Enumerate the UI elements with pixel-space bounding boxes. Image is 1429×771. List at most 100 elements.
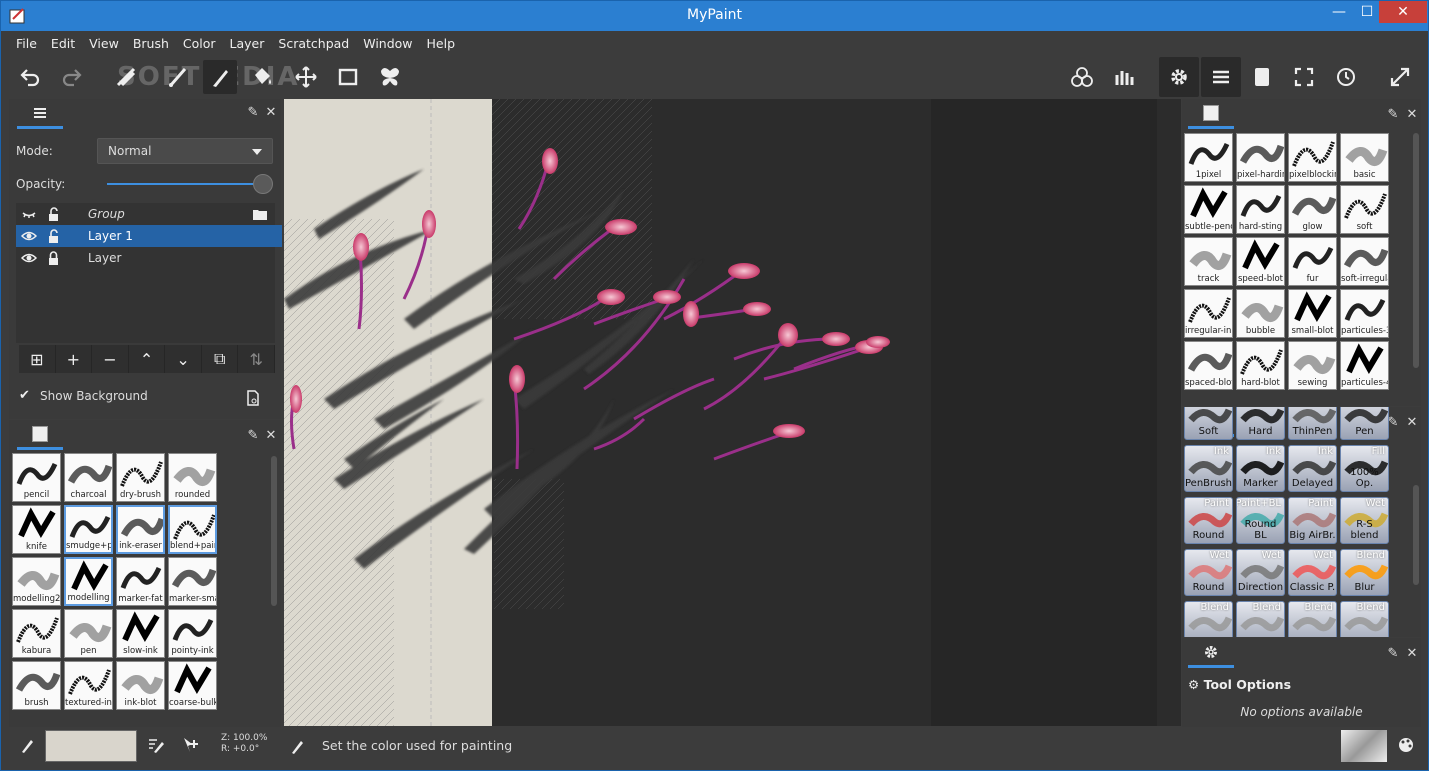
mode-dropdown[interactable]: Normal — [97, 138, 273, 164]
brush-kabura[interactable]: kabura — [12, 609, 61, 658]
layer-row-layer[interactable]: Layer — [16, 247, 282, 269]
edit-icon[interactable] — [147, 736, 165, 754]
close-panel-icon[interactable]: ✕ — [1404, 646, 1420, 662]
current-color-swatch[interactable] — [45, 730, 137, 762]
close-button[interactable]: ✕ — [1379, 1, 1427, 23]
brush-deevad-delayed[interactable]: Ink Delayed — [1288, 445, 1337, 492]
brush-brush[interactable]: brush — [12, 661, 61, 710]
brush-speed-blot[interactable]: speed-blot — [1236, 237, 1285, 286]
brush-smudge-paint[interactable]: smudge+paint — [64, 505, 113, 554]
brushes-icon[interactable] — [1107, 60, 1141, 94]
brush-marker-fat[interactable]: marker-fat — [116, 557, 165, 606]
brush-sewing[interactable]: sewing — [1288, 341, 1337, 390]
brush-bubble[interactable]: bubble — [1236, 289, 1285, 338]
brush-pencil[interactable]: pencil — [12, 453, 61, 502]
painting-canvas[interactable] — [284, 99, 1181, 726]
layer-row-layer-1[interactable]: Layer 1 — [16, 225, 282, 247]
brush-marker-small[interactable]: marker-small — [168, 557, 217, 606]
fill-icon[interactable] — [245, 60, 279, 94]
eraser-icon[interactable] — [109, 60, 143, 94]
menu-help[interactable]: Help — [420, 32, 463, 56]
redo-icon[interactable] — [55, 60, 89, 94]
brush-deevad-100-op-[interactable]: Fill 100% Op. — [1340, 445, 1389, 492]
menu-brush[interactable]: Brush — [126, 32, 176, 56]
brush-deevad-blur[interactable]: Blend Blur — [1340, 549, 1389, 596]
brush-ink-eraser[interactable]: ink-eraser — [116, 505, 165, 554]
brush-deevad-blend[interactable]: Blend — [1340, 601, 1389, 637]
pin-icon[interactable]: ✎ — [1385, 107, 1401, 123]
move-up-icon[interactable]: ⌃ — [129, 345, 166, 373]
scrollbar[interactable] — [1413, 133, 1419, 368]
layers-icon[interactable] — [1201, 57, 1241, 97]
scrollbar[interactable] — [1413, 485, 1419, 585]
pen-icon[interactable] — [203, 60, 237, 94]
duplicate-icon[interactable]: ⧉ — [202, 345, 239, 373]
brush-icon[interactable] — [161, 60, 195, 94]
layer-row-group[interactable]: Group — [16, 203, 282, 225]
brush-hard-sting[interactable]: hard-sting — [1236, 185, 1285, 234]
menu-edit[interactable]: Edit — [44, 32, 82, 56]
eye-icon[interactable] — [21, 250, 37, 266]
brush-deevad-blend[interactable]: Blend — [1184, 601, 1233, 637]
add-brush-icon[interactable] — [182, 736, 200, 754]
scratchpad-icon[interactable] — [1245, 60, 1279, 94]
palette-icon[interactable] — [1397, 736, 1415, 754]
brush-pixel-hardink[interactable]: pixel-hardink — [1236, 133, 1285, 182]
move-icon[interactable] — [289, 60, 323, 94]
add-layer-icon[interactable]: ⊞ — [19, 345, 56, 373]
move-down-icon[interactable]: ⌄ — [165, 345, 202, 373]
brush-blend-paint[interactable]: blend+paint — [168, 505, 217, 554]
brush-group-tab[interactable] — [1188, 99, 1234, 129]
brush-glow[interactable]: glow — [1288, 185, 1337, 234]
undo-icon[interactable] — [13, 60, 47, 94]
menu-window[interactable]: Window — [356, 32, 419, 56]
menu-view[interactable]: View — [82, 32, 126, 56]
brush-rounded[interactable]: rounded — [168, 453, 217, 502]
brush-particules-4[interactable]: particules-4 — [1340, 341, 1389, 390]
tool-options-tab[interactable] — [1188, 638, 1234, 668]
brush-fur[interactable]: fur — [1288, 237, 1337, 286]
remove-icon[interactable]: − — [92, 345, 129, 373]
eye-closed-icon[interactable] — [21, 206, 37, 222]
pin-icon[interactable]: ✎ — [1385, 646, 1401, 662]
brush-deevad-round[interactable]: Paint Round — [1184, 497, 1233, 544]
background-icon[interactable] — [246, 390, 260, 406]
brush-deevad-soft[interactable]: Soft — [1184, 407, 1233, 440]
opacity-slider[interactable] — [107, 183, 257, 185]
brush-deevad-marker[interactable]: Ink Marker — [1236, 445, 1285, 492]
brush-deevad-big-airbr-[interactable]: Paint Big AirBr. — [1288, 497, 1337, 544]
add-icon[interactable]: + — [56, 345, 93, 373]
layers-tab[interactable] — [17, 99, 63, 129]
brush-group-tab[interactable] — [17, 420, 63, 450]
menu-layer[interactable]: Layer — [223, 32, 272, 56]
symmetry-icon[interactable] — [373, 60, 407, 94]
brush-deevad-round[interactable]: Wet Round — [1184, 549, 1233, 596]
brush-deevad-pen[interactable]: Pen — [1340, 407, 1389, 440]
brush-deevad-direction[interactable]: Wet Direction — [1236, 549, 1285, 596]
brush-1pixel[interactable]: 1pixel — [1184, 133, 1233, 182]
brush-small-blot[interactable]: small-blot — [1288, 289, 1337, 338]
lock-icon[interactable] — [45, 250, 61, 266]
unlock-icon[interactable] — [45, 228, 61, 244]
minimize-button[interactable]: — — [1325, 1, 1353, 23]
brush-ink-blot[interactable]: ink-blot — [116, 661, 165, 710]
color-picker-icon[interactable] — [19, 736, 35, 754]
brush-deevad-round-bl[interactable]: Paint+BL Round BL — [1236, 497, 1285, 544]
brush-irregular-ink[interactable]: irregular-ink — [1184, 289, 1233, 338]
pin-icon[interactable]: ✎ — [245, 105, 261, 121]
expand-icon[interactable] — [1383, 60, 1417, 94]
brush-charcoal[interactable]: charcoal — [64, 453, 113, 502]
brush-track[interactable]: track — [1184, 237, 1233, 286]
color-circles-icon[interactable] — [1065, 60, 1099, 94]
opacity-slider-handle[interactable] — [253, 174, 273, 194]
show-background-checkbox[interactable]: ✔ — [19, 389, 33, 403]
brush-deevad-hard[interactable]: Hard — [1236, 407, 1285, 440]
pin-icon[interactable]: ✎ — [245, 428, 261, 444]
scrollbar[interactable] — [271, 456, 277, 606]
brush-hard-blot[interactable]: hard-blot — [1236, 341, 1285, 390]
merge-icon[interactable]: ⇅ — [238, 345, 276, 373]
fullscreen-icon[interactable] — [1287, 60, 1321, 94]
brush-deevad-classic-p-[interactable]: Wet Classic P. — [1288, 549, 1337, 596]
brush-deevad-blend[interactable]: Blend — [1288, 601, 1337, 637]
brush-spaced-blot[interactable]: spaced-blot — [1184, 341, 1233, 390]
